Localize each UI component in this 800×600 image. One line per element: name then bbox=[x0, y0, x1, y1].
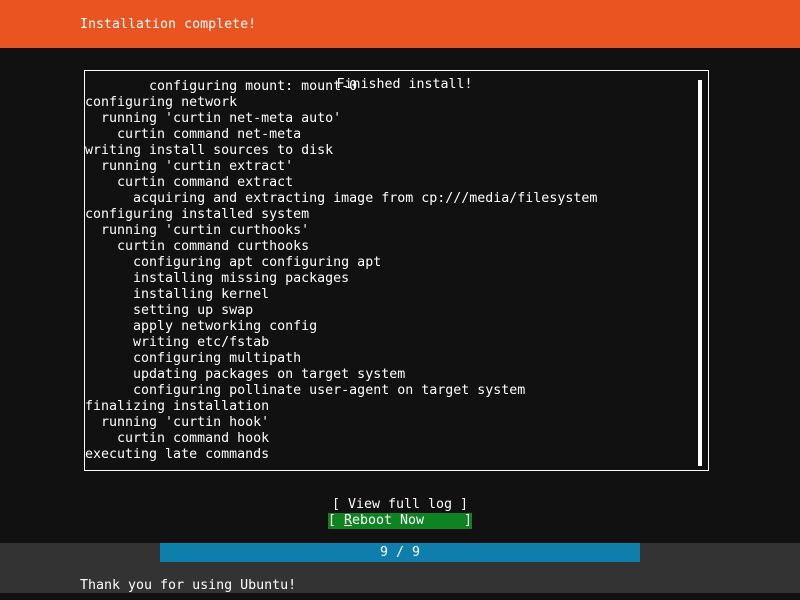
view-full-log-button[interactable]: [ View full log ] bbox=[0, 497, 800, 513]
log-line: curtin command hook bbox=[85, 431, 270, 446]
log-line: running 'curtin hook' bbox=[85, 415, 270, 430]
progress-bar-label: 9 / 9 bbox=[379, 545, 421, 560]
log-line: setting up swap bbox=[85, 303, 254, 318]
log-line: running 'curtin net-meta auto' bbox=[85, 111, 342, 126]
scrollbar-thumb[interactable] bbox=[698, 80, 702, 466]
log-line: configuring apt configuring apt bbox=[85, 255, 382, 270]
log-line: running 'curtin extract' bbox=[85, 159, 294, 174]
log-line: executing late commands bbox=[85, 447, 270, 462]
button-bracket-close: ] bbox=[452, 497, 469, 512]
action-button-group: [ View full log ][ Reboot Now ] bbox=[0, 497, 800, 529]
view-full-log-button-inner[interactable]: [ View full log ] bbox=[332, 497, 468, 513]
install-log-output: configuring mount: mount-0 configuring ne… bbox=[85, 79, 693, 469]
log-line: configuring pollinate user-agent on targ… bbox=[85, 383, 526, 398]
button-bracket-open: [ bbox=[331, 497, 348, 512]
log-line: acquiring and extracting image from cp:/… bbox=[85, 191, 598, 206]
reboot-now-button[interactable]: [ Reboot Now ] bbox=[0, 513, 800, 529]
view-full-log-button-label: View full log bbox=[347, 497, 453, 512]
vertical-scrollbar[interactable] bbox=[696, 72, 707, 469]
accelerator-key: R bbox=[343, 513, 352, 528]
button-bracket-close: ] bbox=[424, 513, 473, 528]
reboot-now-button-inner[interactable]: [ Reboot Now ] bbox=[327, 513, 473, 529]
log-line: writing etc/fstab bbox=[85, 335, 270, 350]
log-line: configuring mount: mount-0 bbox=[85, 79, 358, 94]
log-line: finalizing installation bbox=[85, 399, 270, 414]
header-bar: Installation complete! bbox=[0, 0, 800, 48]
log-line: curtin command curthooks bbox=[85, 239, 310, 254]
bottom-strip bbox=[0, 593, 800, 600]
log-line: configuring installed system bbox=[85, 207, 310, 222]
log-line: writing install sources to disk bbox=[85, 143, 334, 158]
log-line: configuring network bbox=[85, 95, 238, 110]
reboot-now-button-label: Reboot Now bbox=[343, 513, 425, 528]
page-title: Installation complete! bbox=[80, 17, 257, 32]
log-line: configuring multipath bbox=[85, 351, 302, 366]
footer-message: Thank you for using Ubuntu! bbox=[80, 578, 297, 593]
log-line: installing kernel bbox=[85, 287, 270, 302]
button-bracket-open: [ bbox=[327, 513, 344, 528]
install-progress-bar: 9 / 9 bbox=[160, 543, 640, 562]
log-line: running 'curtin curthooks' bbox=[85, 223, 310, 238]
log-line: curtin command net-meta bbox=[85, 127, 302, 142]
log-line: curtin command extract bbox=[85, 175, 294, 190]
log-line: updating packages on target system bbox=[85, 367, 406, 382]
log-line: apply networking config bbox=[85, 319, 318, 334]
log-line: installing missing packages bbox=[85, 271, 350, 286]
